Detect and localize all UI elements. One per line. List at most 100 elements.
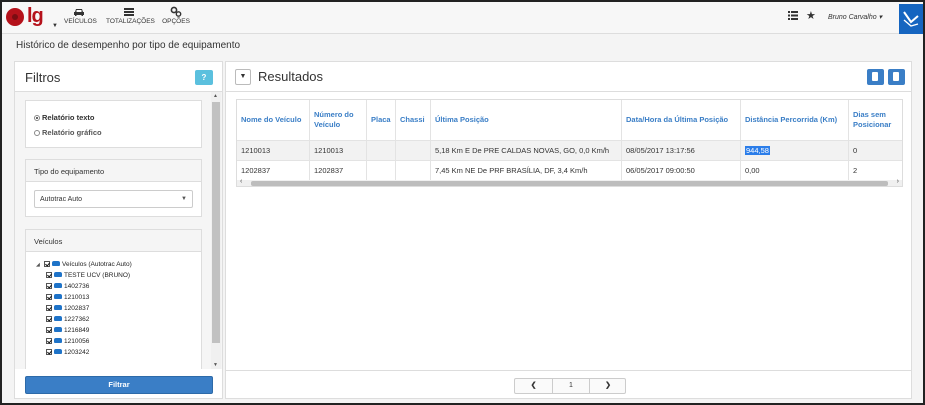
page-title: Histórico de desempenho por tipo de equi… — [16, 40, 241, 51]
radio-selected-icon — [34, 115, 40, 121]
checkbox-icon[interactable] — [46, 283, 52, 289]
report-type-box: Relatório texto Relatório gráfico — [25, 100, 202, 148]
chevron-down-icon: ▼ — [181, 196, 187, 202]
export-excel-button[interactable] — [888, 69, 905, 85]
nav-opcoes-label: OPÇÕES — [162, 18, 190, 25]
column-header[interactable]: Distância Percorrida (Km) — [741, 100, 849, 140]
table-horizontal-scrollbar[interactable]: ‹ › — [237, 178, 902, 186]
scroll-up-icon[interactable]: ▲ — [213, 93, 218, 99]
table-cell: 5,18 Km E De PRE CALDAS NOVAS, GO, 0,0 K… — [431, 140, 622, 160]
scroll-right-icon[interactable]: › — [897, 178, 899, 185]
checkbox-icon[interactable] — [46, 294, 52, 300]
export-pdf-button[interactable] — [867, 69, 884, 85]
column-header[interactable]: Data/Hora da Última Posição — [622, 100, 741, 140]
logo-text: lg — [27, 5, 44, 27]
equipment-type-select[interactable]: Autotrac Auto ▼ — [34, 190, 193, 208]
results-table: Nome do Veículo Número do Veículo Placa … — [236, 99, 903, 187]
table-cell: 06/05/2017 09:00:50 — [622, 160, 741, 180]
chevron-down-icon: ▼ — [52, 23, 58, 29]
toggle-filters-button[interactable]: ▼ — [235, 69, 251, 85]
table-cell: 2 — [849, 160, 902, 180]
column-header[interactable]: Placa — [367, 100, 396, 140]
tree-item-label: 1210056 — [64, 338, 90, 345]
table-cell: 1202837 — [310, 160, 367, 180]
radio-relatorio-grafico[interactable]: Relatório gráfico — [34, 128, 102, 137]
tree-item-label: TESTE UCV (BRUNO) — [64, 272, 131, 279]
scroll-down-icon[interactable]: ▼ — [213, 362, 218, 368]
tree-item[interactable]: 1202837 — [46, 305, 89, 316]
current-page[interactable]: 1 — [553, 379, 589, 393]
scrollbar-thumb[interactable] — [251, 181, 888, 186]
column-header[interactable]: Última Posição — [431, 100, 622, 140]
star-icon[interactable]: ★ — [806, 9, 816, 22]
tree-item-label: 1210013 — [64, 294, 90, 301]
tree-item[interactable]: 1210013 — [46, 294, 89, 305]
tree-item[interactable]: 1227362 — [46, 316, 89, 327]
brand-badge — [899, 4, 923, 34]
table-cell — [367, 140, 396, 160]
filters-scrollbar[interactable]: ▲ ▼ — [211, 92, 221, 369]
checkbox-icon[interactable] — [44, 261, 50, 267]
table-cell — [396, 140, 431, 160]
table-cell: 1210013 — [237, 140, 310, 160]
table-cell: 08/05/2017 13:17:56 — [622, 140, 741, 160]
car-icon — [54, 316, 62, 321]
divider — [226, 91, 911, 92]
vehicles-box: Veículos ◢ Veículos (Autotrac Auto) TEST… — [25, 229, 202, 369]
list-icon — [124, 8, 134, 16]
select-value: Autotrac Auto — [40, 196, 83, 203]
tree-item[interactable]: 1203242 — [46, 349, 89, 360]
table-cell — [396, 160, 431, 180]
vehicles-label: Veículos — [26, 230, 201, 252]
pagination: ❮ 1 ❯ — [514, 378, 626, 394]
radio-relatorio-texto[interactable]: Relatório texto — [34, 113, 95, 122]
checkbox-icon[interactable] — [46, 349, 52, 355]
scrollbar-thumb[interactable] — [212, 102, 220, 343]
table-cell: 1210013 — [310, 140, 367, 160]
scroll-left-icon[interactable]: ‹ — [240, 178, 242, 185]
menu-list-icon[interactable] — [788, 11, 798, 20]
results-title: Resultados — [258, 69, 324, 84]
top-bar: lg ▼ VEÍCULOS TOTALIZAÇÕES OPÇÕES ★ Brun… — [2, 2, 923, 34]
filtrar-button[interactable]: Filtrar — [25, 376, 213, 394]
tree-item-label: 1402736 — [64, 283, 90, 290]
table-cell: 944,58 — [741, 140, 849, 160]
equipment-type-box: Tipo do equipamento Autotrac Auto ▼ — [25, 159, 202, 217]
tree-root-label: Veículos (Autotrac Auto) — [62, 261, 132, 268]
tree-collapse-icon[interactable]: ◢ — [36, 262, 40, 268]
app-logo[interactable]: lg ▼ — [6, 5, 58, 31]
car-icon — [54, 294, 62, 299]
tree-item[interactable]: 1216849 — [46, 327, 89, 338]
nav-veiculos[interactable]: VEÍCULOS — [64, 6, 97, 25]
column-header[interactable]: Chassi — [396, 100, 431, 140]
tree-root[interactable]: ◢ Veículos (Autotrac Auto) — [36, 261, 132, 272]
column-header[interactable]: Nome do Veículo — [237, 100, 310, 140]
previous-page-button[interactable]: ❮ — [515, 379, 553, 393]
next-page-button[interactable]: ❯ — [589, 379, 626, 393]
selected-text[interactable]: 944,58 — [745, 146, 770, 155]
checkbox-icon[interactable] — [46, 305, 52, 311]
column-header[interactable]: Dias sem Posicionar — [849, 100, 902, 140]
checkbox-icon[interactable] — [46, 272, 52, 278]
filters-title: Filtros — [25, 70, 61, 85]
checkbox-icon[interactable] — [46, 327, 52, 333]
tree-item[interactable]: TESTE UCV (BRUNO) — [46, 272, 130, 283]
table-cell — [367, 160, 396, 180]
car-icon — [52, 261, 60, 266]
car-icon — [54, 327, 62, 332]
nav-totalizacoes[interactable]: TOTALIZAÇÕES — [106, 6, 155, 25]
tree-item-label: 1202837 — [64, 305, 90, 312]
equipment-type-label: Tipo do equipamento — [26, 160, 201, 182]
nav-opcoes[interactable]: OPÇÕES — [162, 6, 190, 25]
help-button[interactable]: ? — [195, 70, 213, 85]
radio-label: Relatório gráfico — [42, 128, 102, 137]
checkbox-icon[interactable] — [46, 338, 52, 344]
brand-logo-icon — [903, 11, 919, 27]
user-menu[interactable]: Bruno Carvalho ▾ — [828, 13, 882, 21]
tree-item[interactable]: 1210056 — [46, 338, 89, 349]
table-cell: 1202837 — [237, 160, 310, 180]
car-icon — [54, 349, 62, 354]
column-header[interactable]: Número do Veículo — [310, 100, 367, 140]
checkbox-icon[interactable] — [46, 316, 52, 322]
tree-item[interactable]: 1402736 — [46, 283, 89, 294]
